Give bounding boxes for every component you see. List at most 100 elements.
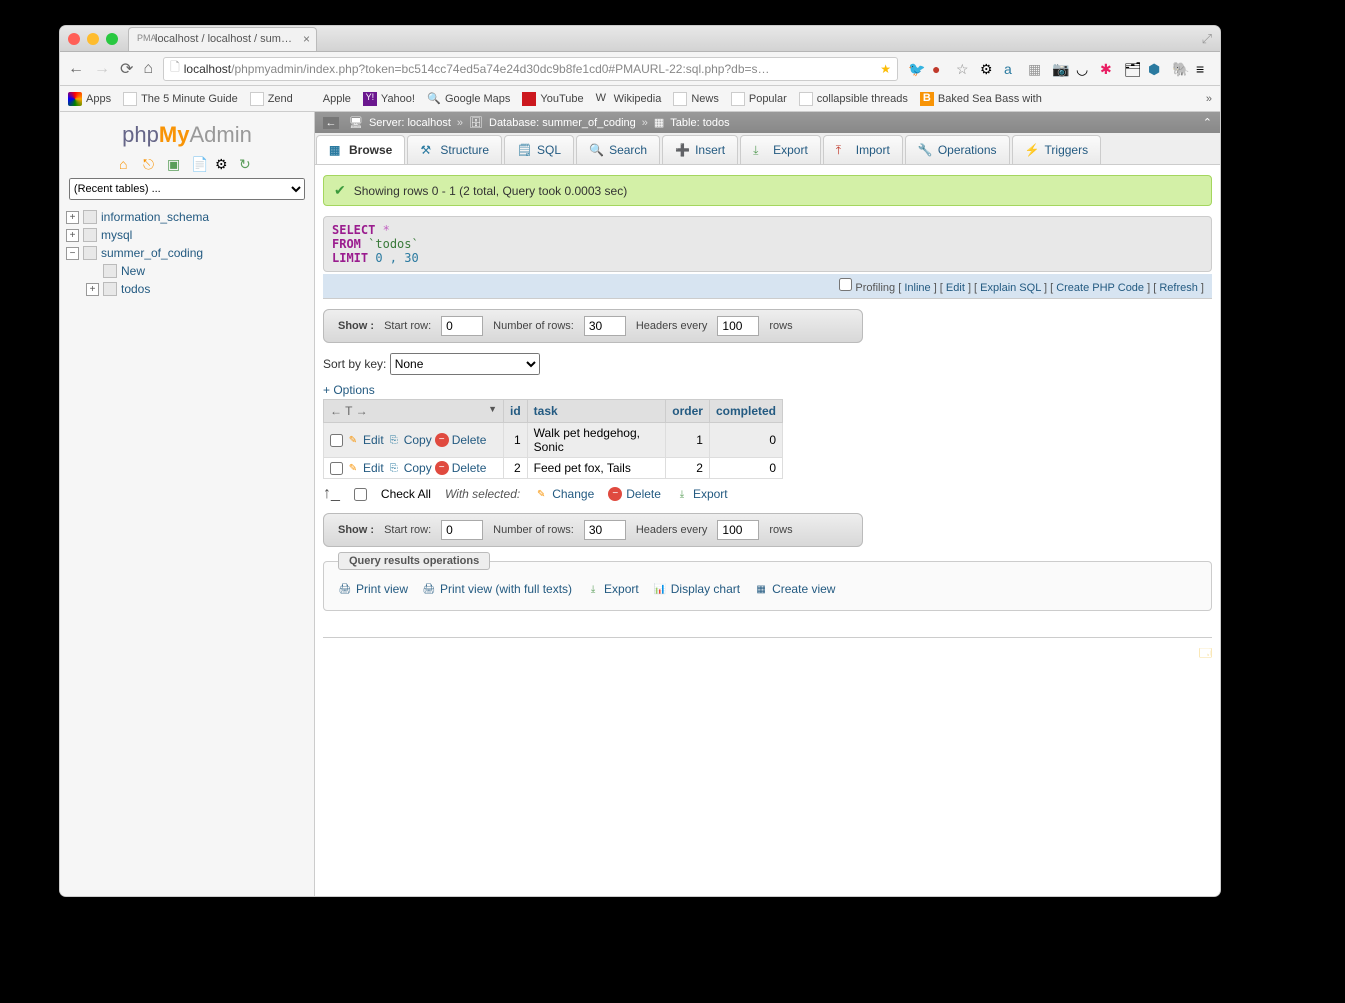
col-header-id[interactable]: id xyxy=(504,400,528,423)
bookmark-news[interactable]: News xyxy=(673,92,719,106)
create-php-link[interactable]: Create PHP Code xyxy=(1056,282,1144,294)
breadcrumb-server[interactable]: Server: localhost xyxy=(369,117,451,129)
row-checkbox[interactable] xyxy=(330,434,343,447)
ext-icon[interactable]: 🗂 xyxy=(1124,61,1140,77)
breadcrumb-table[interactable]: Table: todos xyxy=(670,117,729,129)
minimize-window-icon[interactable] xyxy=(87,33,99,45)
sort-key-select[interactable]: None xyxy=(390,353,540,375)
back-button[interactable]: ← xyxy=(68,60,84,78)
delete-link[interactable]: Delete xyxy=(452,433,487,447)
tab-operations[interactable]: 🔧Operations xyxy=(905,135,1010,164)
bookmark-item[interactable]: Zend xyxy=(250,92,293,106)
bulk-change-link[interactable]: ✎Change xyxy=(534,487,594,501)
sql-icon[interactable]: ▣ xyxy=(167,156,183,172)
delete-link[interactable]: Delete xyxy=(452,461,487,475)
tab-export[interactable]: ⤓Export xyxy=(740,135,821,164)
bookmark-youtube[interactable]: YouTube xyxy=(522,92,583,106)
copy-link[interactable]: Copy xyxy=(404,433,432,447)
options-toggle[interactable]: + Options xyxy=(323,383,1212,397)
pocket-icon[interactable]: ◡ xyxy=(1076,61,1092,77)
row-checkbox[interactable] xyxy=(330,462,343,475)
bookmark-item[interactable]: BBaked Sea Bass with xyxy=(920,92,1042,106)
edit-link[interactable]: Edit xyxy=(363,461,384,475)
collapse-sidebar-icon[interactable]: ← xyxy=(323,117,339,129)
tab-browse[interactable]: ▦Browse xyxy=(316,135,405,164)
ext-icon[interactable]: 📷 xyxy=(1052,61,1068,77)
breadcrumb-database[interactable]: Database: summer_of_coding xyxy=(489,117,636,129)
home-button[interactable]: ⌂ xyxy=(143,60,153,78)
col-header-order[interactable]: order xyxy=(666,400,710,423)
logout-icon[interactable]: ⎋ xyxy=(143,156,159,172)
explain-link[interactable]: Explain SQL xyxy=(980,282,1041,294)
num-rows-input[interactable] xyxy=(584,316,626,336)
db-node-information-schema[interactable]: +information_schema xyxy=(64,208,310,226)
twitter-icon[interactable]: 🐦 xyxy=(908,61,924,77)
print-view-link[interactable]: 🖨Print view xyxy=(338,582,408,596)
inline-link[interactable]: Inline xyxy=(904,282,930,294)
window-icon[interactable]: 🗔 xyxy=(1199,646,1212,660)
headers-every-input[interactable] xyxy=(717,316,759,336)
check-all-checkbox[interactable] xyxy=(354,488,367,501)
start-row-input[interactable] xyxy=(441,316,483,336)
docs-icon[interactable]: 📄 xyxy=(191,156,207,172)
headers-every-input[interactable] xyxy=(717,520,759,540)
home-icon[interactable]: ⌂ xyxy=(119,156,135,172)
tab-import[interactable]: ⤒Import xyxy=(823,135,903,164)
col-header-completed[interactable]: completed xyxy=(709,400,782,423)
ext-icon[interactable]: ⬢ xyxy=(1148,61,1164,77)
close-window-icon[interactable] xyxy=(68,33,80,45)
bookmark-gmaps[interactable]: 🔍Google Maps xyxy=(427,92,510,106)
panel-toggle-icon[interactable]: ⌃ xyxy=(1203,116,1212,129)
num-rows-input[interactable] xyxy=(584,520,626,540)
ext-icon[interactable]: a xyxy=(1004,61,1020,77)
ext-icon[interactable]: ☆ xyxy=(956,61,972,77)
bookmark-item[interactable]: collapsible threads xyxy=(799,92,908,106)
url-bar[interactable]: 🗋 localhost /phpmyadmin/index.php?token=… xyxy=(163,57,898,81)
display-chart-link[interactable]: 📊Display chart xyxy=(653,582,740,596)
refresh-link[interactable]: Refresh xyxy=(1159,282,1198,294)
bookmark-apps[interactable]: Apps xyxy=(68,92,111,106)
expand-icon[interactable]: ⤢ xyxy=(1202,31,1212,47)
collapse-icon[interactable]: − xyxy=(66,247,79,260)
bookmark-popular[interactable]: Popular xyxy=(731,92,787,106)
ext-icon[interactable]: ⚙ xyxy=(980,61,996,77)
export-link[interactable]: ⤓Export xyxy=(586,582,639,596)
ext-icon[interactable]: ● xyxy=(932,61,948,77)
tab-close-icon[interactable]: × xyxy=(303,32,310,46)
sort-caret-icon[interactable]: ▼ xyxy=(488,404,497,414)
profiling-checkbox[interactable] xyxy=(839,278,852,291)
browser-tab[interactable]: PMA localhost / localhost / sum… × xyxy=(128,27,317,51)
ext-icon[interactable]: ✱ xyxy=(1100,61,1116,77)
tab-structure[interactable]: ⚒Structure xyxy=(407,135,502,164)
create-view-link[interactable]: ▦Create view xyxy=(754,582,835,596)
bulk-delete-link[interactable]: −Delete xyxy=(608,487,661,501)
recent-tables-select[interactable]: (Recent tables) ... xyxy=(69,178,305,200)
menu-icon[interactable]: ≡ xyxy=(1196,61,1212,77)
bulk-export-link[interactable]: ⤓Export xyxy=(675,487,728,501)
settings-icon[interactable]: ⚙ xyxy=(215,156,231,172)
tab-search[interactable]: 🔍Search xyxy=(576,135,660,164)
start-row-input[interactable] xyxy=(441,520,483,540)
expand-icon[interactable]: + xyxy=(66,211,79,224)
bookmark-apple[interactable]: Apple xyxy=(305,92,351,106)
forward-button[interactable]: → xyxy=(94,60,110,78)
bookmark-wikipedia[interactable]: WWikipedia xyxy=(596,92,662,106)
edit-link[interactable]: Edit xyxy=(946,282,965,294)
tab-sql[interactable]: 🗒SQL xyxy=(504,135,574,164)
edit-link[interactable]: Edit xyxy=(363,433,384,447)
new-table-link[interactable]: New xyxy=(84,262,310,280)
expand-icon[interactable]: + xyxy=(86,283,99,296)
db-node-summer-of-coding[interactable]: −summer_of_coding xyxy=(64,244,310,262)
table-node-todos[interactable]: +todos xyxy=(84,280,310,298)
tab-triggers[interactable]: ⚡Triggers xyxy=(1012,135,1102,164)
zoom-window-icon[interactable] xyxy=(106,33,118,45)
print-view-full-link[interactable]: 🖨Print view (with full texts) xyxy=(422,582,572,596)
ext-icon[interactable]: ▦ xyxy=(1028,61,1044,77)
reload-button[interactable]: ⟳ xyxy=(120,59,133,79)
expand-icon[interactable]: + xyxy=(66,229,79,242)
bookmark-item[interactable]: The 5 Minute Guide xyxy=(123,92,238,106)
tab-insert[interactable]: ➕Insert xyxy=(662,135,738,164)
db-node-mysql[interactable]: +mysql xyxy=(64,226,310,244)
copy-link[interactable]: Copy xyxy=(404,461,432,475)
bookmarks-overflow-icon[interactable]: » xyxy=(1206,93,1212,105)
